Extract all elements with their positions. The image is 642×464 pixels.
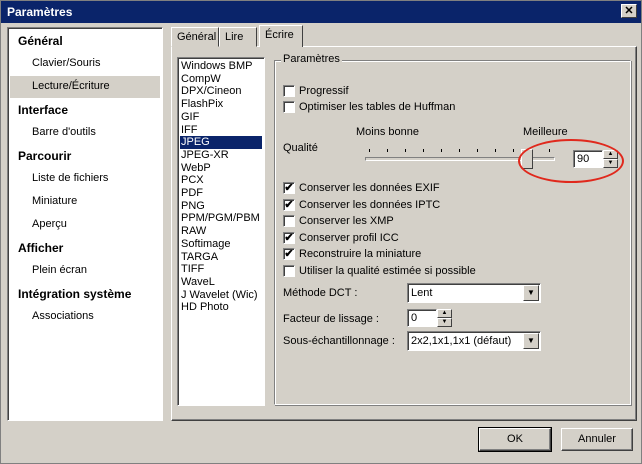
option-checkbox[interactable]: ✔ xyxy=(283,198,295,211)
format-item[interactable]: HD Photo xyxy=(180,301,262,314)
spin-down-icon[interactable]: ▼ xyxy=(437,318,452,327)
slider-tick xyxy=(459,149,460,152)
format-item[interactable]: TARGA xyxy=(180,251,262,264)
quality-min-label: Moins bonne xyxy=(356,126,419,138)
close-button[interactable]: ✕ xyxy=(621,4,637,18)
sidebar-item-apercu[interactable]: Aperçu xyxy=(32,218,67,230)
tab-lire[interactable]: Lire xyxy=(219,27,257,47)
params-group-label: Paramètres xyxy=(281,53,342,65)
subsampling-label: Sous-échantillonnage : xyxy=(283,335,395,347)
huffman-checkbox[interactable] xyxy=(283,101,295,113)
slider-tick xyxy=(513,149,514,152)
subsampling-value: 2x2,1x1,1x1 (défaut) xyxy=(411,335,512,347)
dct-select[interactable]: Lent ▼ xyxy=(407,283,541,303)
format-item[interactable]: RAW xyxy=(180,225,262,238)
annotation-ellipse xyxy=(518,139,624,183)
format-item[interactable]: WebP xyxy=(180,162,262,175)
sidebar: Général Clavier/Souris Lecture/Écriture … xyxy=(7,27,163,421)
format-item[interactable]: PCX xyxy=(180,174,262,187)
format-item[interactable]: TIFF xyxy=(180,263,262,276)
window-title: Paramètres xyxy=(7,5,73,19)
title-bar: Paramètres ✕ xyxy=(1,1,641,23)
sidebar-section-integration[interactable]: Intégration système xyxy=(18,287,131,301)
option-label: Reconstruire la miniature xyxy=(299,248,422,261)
subsampling-select[interactable]: 2x2,1x1,1x1 (défaut) ▼ xyxy=(407,331,541,351)
sidebar-item-plein-ecran[interactable]: Plein écran xyxy=(32,264,87,276)
format-item[interactable]: WaveL xyxy=(180,276,262,289)
sidebar-item-associations[interactable]: Associations xyxy=(32,310,94,322)
cancel-button[interactable]: Annuler xyxy=(561,428,633,451)
format-item[interactable]: PPM/PGM/PBM xyxy=(180,212,262,225)
format-item[interactable]: IFF xyxy=(180,124,262,137)
format-item[interactable]: J Wavelet (Wic) xyxy=(180,289,262,302)
quality-max-label: Meilleure xyxy=(523,126,568,138)
format-list[interactable]: Windows BMP CompW DPX/Cineon FlashPix GIF IFF… xyxy=(177,57,265,406)
option-label: Utiliser la qualité estimée si possible xyxy=(299,265,476,277)
slider-tick xyxy=(369,149,370,152)
smoothing-input[interactable]: 0 xyxy=(407,309,437,327)
format-item[interactable]: PDF xyxy=(180,187,262,200)
dct-label: Méthode DCT : xyxy=(283,287,358,299)
sidebar-section-afficher[interactable]: Afficher xyxy=(18,241,63,255)
option-checkbox[interactable] xyxy=(283,215,295,228)
format-item[interactable]: JPEG-XR xyxy=(180,149,262,162)
format-item[interactable]: FlashPix xyxy=(180,98,262,111)
smoothing-label: Facteur de lissage : xyxy=(283,313,379,325)
progressive-checkbox[interactable] xyxy=(283,85,295,97)
slider-tick xyxy=(405,149,406,152)
smoothing-spinner[interactable]: ▲ ▼ xyxy=(437,309,452,327)
sidebar-section-parcourir[interactable]: Parcourir xyxy=(18,149,71,163)
sidebar-item-lecture-ecriture[interactable]: Lecture/Écriture xyxy=(32,80,110,92)
format-item[interactable]: Softimage xyxy=(180,238,262,251)
dct-value: Lent xyxy=(411,287,433,299)
option-checkbox[interactable] xyxy=(283,265,295,277)
option-checkbox[interactable]: ✔ xyxy=(283,248,295,261)
spin-up-icon[interactable]: ▲ xyxy=(437,309,452,318)
option-checkbox[interactable]: ✔ xyxy=(283,182,295,194)
ok-button[interactable]: OK xyxy=(478,427,552,452)
format-item[interactable]: CompW xyxy=(180,73,262,86)
sidebar-section-interface[interactable]: Interface xyxy=(18,103,68,117)
sidebar-item-miniature[interactable]: Miniature xyxy=(32,195,77,207)
option-label: Conserver les données EXIF xyxy=(299,182,440,194)
settings-dialog: Paramètres ✕ Général Clavier/Souris Lect… xyxy=(0,0,642,464)
slider-tick xyxy=(495,149,496,152)
sidebar-section-general[interactable]: Général xyxy=(18,34,63,48)
quality-label: Qualité xyxy=(283,142,318,154)
sidebar-item-clavier-souris[interactable]: Clavier/Souris xyxy=(32,57,100,69)
tab-ecrire[interactable]: Écrire xyxy=(259,25,303,47)
format-item[interactable]: DPX/Cineon xyxy=(180,85,262,98)
sidebar-item-liste-fichiers[interactable]: Liste de fichiers xyxy=(32,172,108,184)
chevron-down-icon[interactable]: ▼ xyxy=(523,333,539,349)
format-item[interactable]: JPEG xyxy=(180,136,262,150)
option-label: Conserver les données IPTC xyxy=(299,198,441,211)
option-checkbox[interactable]: ✔ xyxy=(283,231,295,244)
huffman-label: Optimiser les tables de Huffman xyxy=(299,101,456,113)
slider-tick xyxy=(387,149,388,152)
format-item[interactable]: PNG xyxy=(180,200,262,213)
format-item[interactable]: GIF xyxy=(180,111,262,124)
slider-tick xyxy=(477,149,478,152)
progressive-label: Progressif xyxy=(299,85,349,97)
format-item[interactable]: Windows BMP xyxy=(180,60,262,73)
sidebar-item-barre-outils[interactable]: Barre d'outils xyxy=(32,126,96,138)
slider-tick xyxy=(423,149,424,152)
slider-tick xyxy=(441,149,442,152)
tab-general[interactable]: Général xyxy=(171,27,219,47)
option-label: Conserver profil ICC xyxy=(299,231,399,244)
chevron-down-icon[interactable]: ▼ xyxy=(523,285,539,301)
option-label: Conserver les XMP xyxy=(299,215,394,228)
